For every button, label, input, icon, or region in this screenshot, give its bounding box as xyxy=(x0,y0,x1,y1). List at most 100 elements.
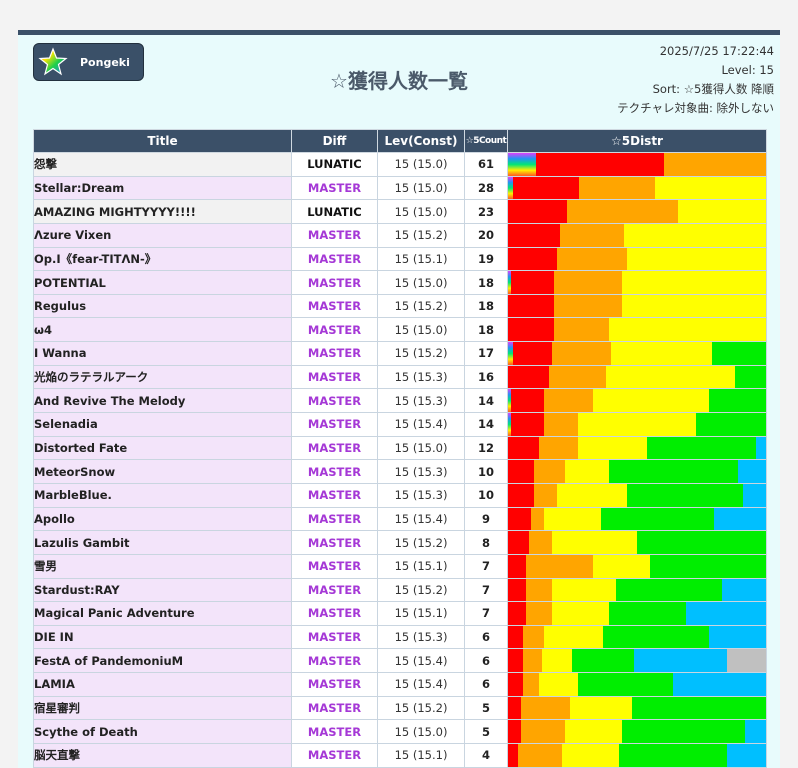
difficulty: MASTER xyxy=(291,317,378,343)
table-row[interactable]: 怨撃 LUNATIC 15 (15.0) 61 xyxy=(33,152,767,177)
distribution-segment xyxy=(577,413,697,436)
table-row[interactable]: 光焔のラテラルアーク MASTER 15 (15.3) 16 xyxy=(33,364,767,390)
level-const: 15 (15.3) xyxy=(377,364,465,390)
distribution-segment xyxy=(508,697,521,719)
star5-count: 14 xyxy=(464,388,508,414)
table-row[interactable]: POTENTIAL MASTER 15 (15.0) 18 xyxy=(33,270,767,295)
star5-count: 16 xyxy=(464,364,508,390)
song-title: Regulus xyxy=(33,293,292,319)
table-row[interactable]: MeteorSnow MASTER 15 (15.3) 10 xyxy=(33,459,767,484)
distribution-segment xyxy=(737,460,766,483)
distribution-segment xyxy=(523,649,542,672)
distribution-segment xyxy=(508,318,555,341)
distribution-segment xyxy=(538,673,578,696)
ranking-page: Pongeki ☆獲得人数一覧 2025/7/25 17:22:44 Level… xyxy=(18,30,780,768)
distribution-segment xyxy=(621,720,746,743)
table-row[interactable]: Λzure Vixen MASTER 15 (15.2) 20 xyxy=(33,222,767,248)
level-const: 15 (15.0) xyxy=(377,435,465,461)
table-row[interactable]: Selenadia MASTER 15 (15.4) 14 xyxy=(33,412,767,437)
song-title: POTENTIAL xyxy=(33,270,292,295)
table-row[interactable]: MarbleBlue. MASTER 15 (15.3) 10 xyxy=(33,482,767,508)
star5-count: 61 xyxy=(464,152,508,177)
distribution-bar xyxy=(507,246,767,272)
song-title: 光焔のラテラルアーク xyxy=(33,364,292,390)
table-row[interactable]: Distorted Fate MASTER 15 (15.0) 12 xyxy=(33,435,767,461)
table-row[interactable]: Stardust:RAY MASTER 15 (15.2) 7 xyxy=(33,577,767,603)
distribution-segment xyxy=(544,626,604,648)
table-row[interactable]: 雪男 MASTER 15 (15.1) 7 xyxy=(33,553,767,579)
difficulty: LUNATIC xyxy=(291,199,378,224)
table-row[interactable]: Scythe of Death MASTER 15 (15.0) 5 xyxy=(33,719,767,745)
column-header-count[interactable]: ☆5Count xyxy=(464,129,508,153)
distribution-segment xyxy=(551,531,637,554)
difficulty: MASTER xyxy=(291,624,378,650)
column-header-lev[interactable]: Lev(Const) xyxy=(377,129,465,153)
distribution-segment xyxy=(562,744,619,767)
column-header-distr[interactable]: ☆5Distr xyxy=(507,129,767,153)
table-row[interactable]: Op.I《fear-TITΛN-》 MASTER 15 (15.1) 19 xyxy=(33,246,767,272)
table-row[interactable]: Stellar:Dream MASTER 15 (15.0) 28 xyxy=(33,175,767,201)
distribution-segment xyxy=(569,697,632,719)
table-row[interactable]: Lazulis Gambit MASTER 15 (15.2) 8 xyxy=(33,530,767,555)
song-title: 脳天直撃 xyxy=(33,743,292,768)
table-row[interactable]: Magical Panic Adventure MASTER 15 (15.1) 7 xyxy=(33,601,767,626)
column-header-diff[interactable]: Diff xyxy=(291,129,378,153)
table-row[interactable]: LAMIA MASTER 15 (15.4) 6 xyxy=(33,672,767,697)
distribution-segment xyxy=(727,649,766,672)
difficulty: MASTER xyxy=(291,648,378,674)
table-row[interactable]: 脳天直撃 MASTER 15 (15.1) 4 xyxy=(33,743,767,768)
level-const: 15 (15.3) xyxy=(377,482,465,508)
distribution-segment xyxy=(714,508,766,530)
difficulty: MASTER xyxy=(291,246,378,272)
song-title: 怨撃 xyxy=(33,152,292,177)
star5-count: 7 xyxy=(464,577,508,603)
star5-count: 8 xyxy=(464,530,508,555)
difficulty: MASTER xyxy=(291,695,378,721)
distribution-bar xyxy=(507,601,767,626)
distribution-segment xyxy=(616,579,723,601)
distribution-segment xyxy=(518,744,563,767)
song-table: Title Diff Lev(Const) ☆5Count ☆5Distr 怨撃… xyxy=(33,129,767,768)
distribution-segment xyxy=(572,649,635,672)
distribution-segment xyxy=(608,318,766,341)
song-title: Λzure Vixen xyxy=(33,222,292,248)
table-row[interactable]: And Revive The Melody MASTER 15 (15.3) 14 xyxy=(33,388,767,414)
distribution-segment xyxy=(742,484,766,507)
level-const: 15 (15.4) xyxy=(377,648,465,674)
distribution-segment xyxy=(678,200,766,223)
table-row[interactable]: 宿星審判 MASTER 15 (15.2) 5 xyxy=(33,695,767,721)
distribution-segment xyxy=(557,484,627,507)
distribution-bar xyxy=(507,341,767,366)
table-row[interactable]: Regulus MASTER 15 (15.2) 18 xyxy=(33,293,767,319)
distribution-segment xyxy=(510,413,545,436)
level-const: 15 (15.2) xyxy=(377,577,465,603)
level-const: 15 (15.2) xyxy=(377,530,465,555)
distribution-bar xyxy=(507,152,767,177)
level-const: 15 (15.1) xyxy=(377,246,465,272)
song-title: LAMIA xyxy=(33,672,292,697)
info-filter: テクチャレ対象曲: 除外しない xyxy=(617,101,774,115)
distribution-segment xyxy=(722,579,766,601)
star5-count: 23 xyxy=(464,199,508,224)
table-row[interactable]: DIE IN MASTER 15 (15.3) 6 xyxy=(33,624,767,650)
distribution-segment xyxy=(554,295,622,317)
distribution-segment xyxy=(520,697,570,719)
column-header-title[interactable]: Title xyxy=(33,129,292,153)
table-row[interactable]: AMAZING MIGHTYYYY!!!! LUNATIC 15 (15.0) 23 xyxy=(33,199,767,224)
difficulty: MASTER xyxy=(291,743,378,768)
distribution-segment xyxy=(508,555,527,578)
distribution-segment xyxy=(600,508,715,530)
level-const: 15 (15.3) xyxy=(377,388,465,414)
star5-count: 14 xyxy=(464,412,508,437)
distribution-segment xyxy=(621,271,766,294)
table-row[interactable]: Apollo MASTER 15 (15.4) 9 xyxy=(33,506,767,532)
level-const: 15 (15.0) xyxy=(377,199,465,224)
table-row[interactable]: FestA of PandemoniuM MASTER 15 (15.4) 6 xyxy=(33,648,767,674)
star5-count: 5 xyxy=(464,719,508,745)
table-row[interactable]: ω4 MASTER 15 (15.0) 18 xyxy=(33,317,767,343)
distribution-bar xyxy=(507,624,767,650)
table-row[interactable]: I Wanna MASTER 15 (15.2) 17 xyxy=(33,341,767,366)
difficulty: MASTER xyxy=(291,553,378,579)
star5-count: 17 xyxy=(464,341,508,366)
difficulty: MASTER xyxy=(291,364,378,390)
